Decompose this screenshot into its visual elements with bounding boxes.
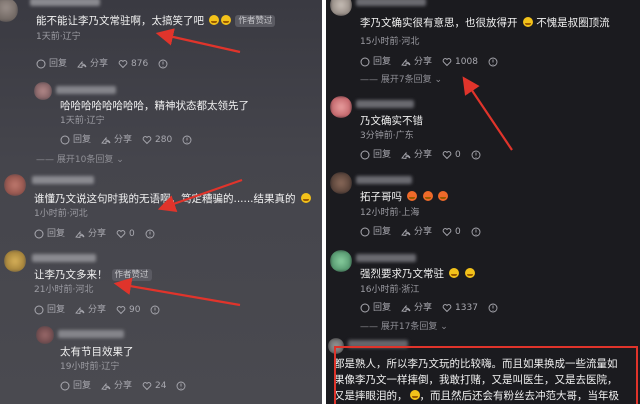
red-arrow — [155, 28, 241, 54]
annotation-arrows — [113, 28, 513, 307]
red-arrow — [113, 277, 241, 307]
red-arrow — [157, 178, 243, 212]
red-arrow — [462, 76, 513, 151]
